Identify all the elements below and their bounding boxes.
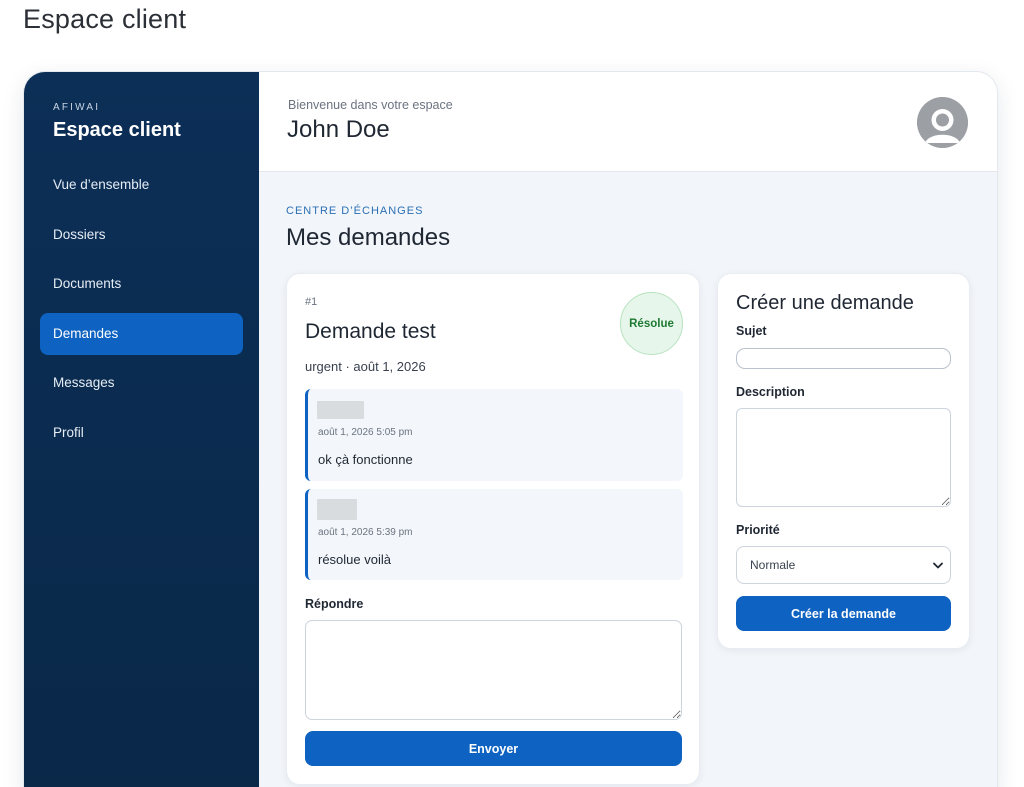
subject-label: Sujet [736,324,767,338]
brand-name: AFIWAI [53,102,101,113]
redacted-author [317,401,364,419]
request-number: #1 [305,296,318,308]
status-badge: Résolue [620,292,683,355]
chevron-down-icon [933,562,943,569]
sidebar-item-demandes[interactable]: Demandes [40,312,243,355]
sidebar-item-overview[interactable]: Vue d’ensemble [40,164,243,206]
create-title: Créer une demande [736,292,914,314]
request-title: Demande test [305,320,436,343]
redacted-author [317,499,357,520]
create-request-button[interactable]: Créer la demande [736,596,951,631]
create-request-card: Créer une demande Sujet Description Prio… [717,273,970,649]
user-avatar-icon[interactable] [917,97,968,148]
sidebar-nav: Vue d’ensemble Dossiers Documents Demand… [40,164,243,461]
brand-title: Espace client [53,119,181,141]
sidebar-item-dossiers[interactable]: Dossiers [40,214,243,256]
section-title: Mes demandes [286,224,451,251]
main-content: Bienvenue dans votre espace John Doe CEN… [259,72,997,787]
sidebar-item-documents[interactable]: Documents [40,263,243,305]
priority-select[interactable]: Normale [736,546,951,584]
send-button[interactable]: Envoyer [305,731,682,766]
client-portal: AFIWAI Espace client Vue d’ensemble Doss… [23,71,998,787]
message-text: ok çà fonctionne [318,452,413,467]
message-time: août 1, 2026 5:05 pm [318,427,413,438]
priority-value: Normale [750,558,796,572]
subject-input[interactable] [736,348,951,369]
reply-label: Répondre [305,597,364,611]
section-kicker: CENTRE D’ÉCHANGES [286,205,424,217]
description-label: Description [736,385,805,399]
message-item: août 1, 2026 5:39 pm résolue voilà [305,489,683,580]
description-textarea[interactable] [736,408,951,507]
sidebar: AFIWAI Espace client Vue d’ensemble Doss… [24,72,259,787]
message-time: août 1, 2026 5:39 pm [318,527,413,538]
reply-textarea[interactable] [305,620,682,720]
request-card: #1 Demande test urgent · août 1, 2026 Ré… [286,273,700,785]
request-meta: urgent · août 1, 2026 [305,359,426,374]
priority-label: Priorité [736,523,780,537]
top-bar: Bienvenue dans votre espace John Doe [259,72,997,172]
sidebar-item-messages[interactable]: Messages [40,362,243,404]
message-item: août 1, 2026 5:05 pm ok çà fonctionne [305,389,683,481]
user-name: John Doe [287,116,390,143]
message-text: résolue voilà [318,552,391,567]
sidebar-item-profil[interactable]: Profil [40,412,243,454]
welcome-text: Bienvenue dans votre espace [288,98,453,112]
page-title: Espace client [23,4,187,34]
